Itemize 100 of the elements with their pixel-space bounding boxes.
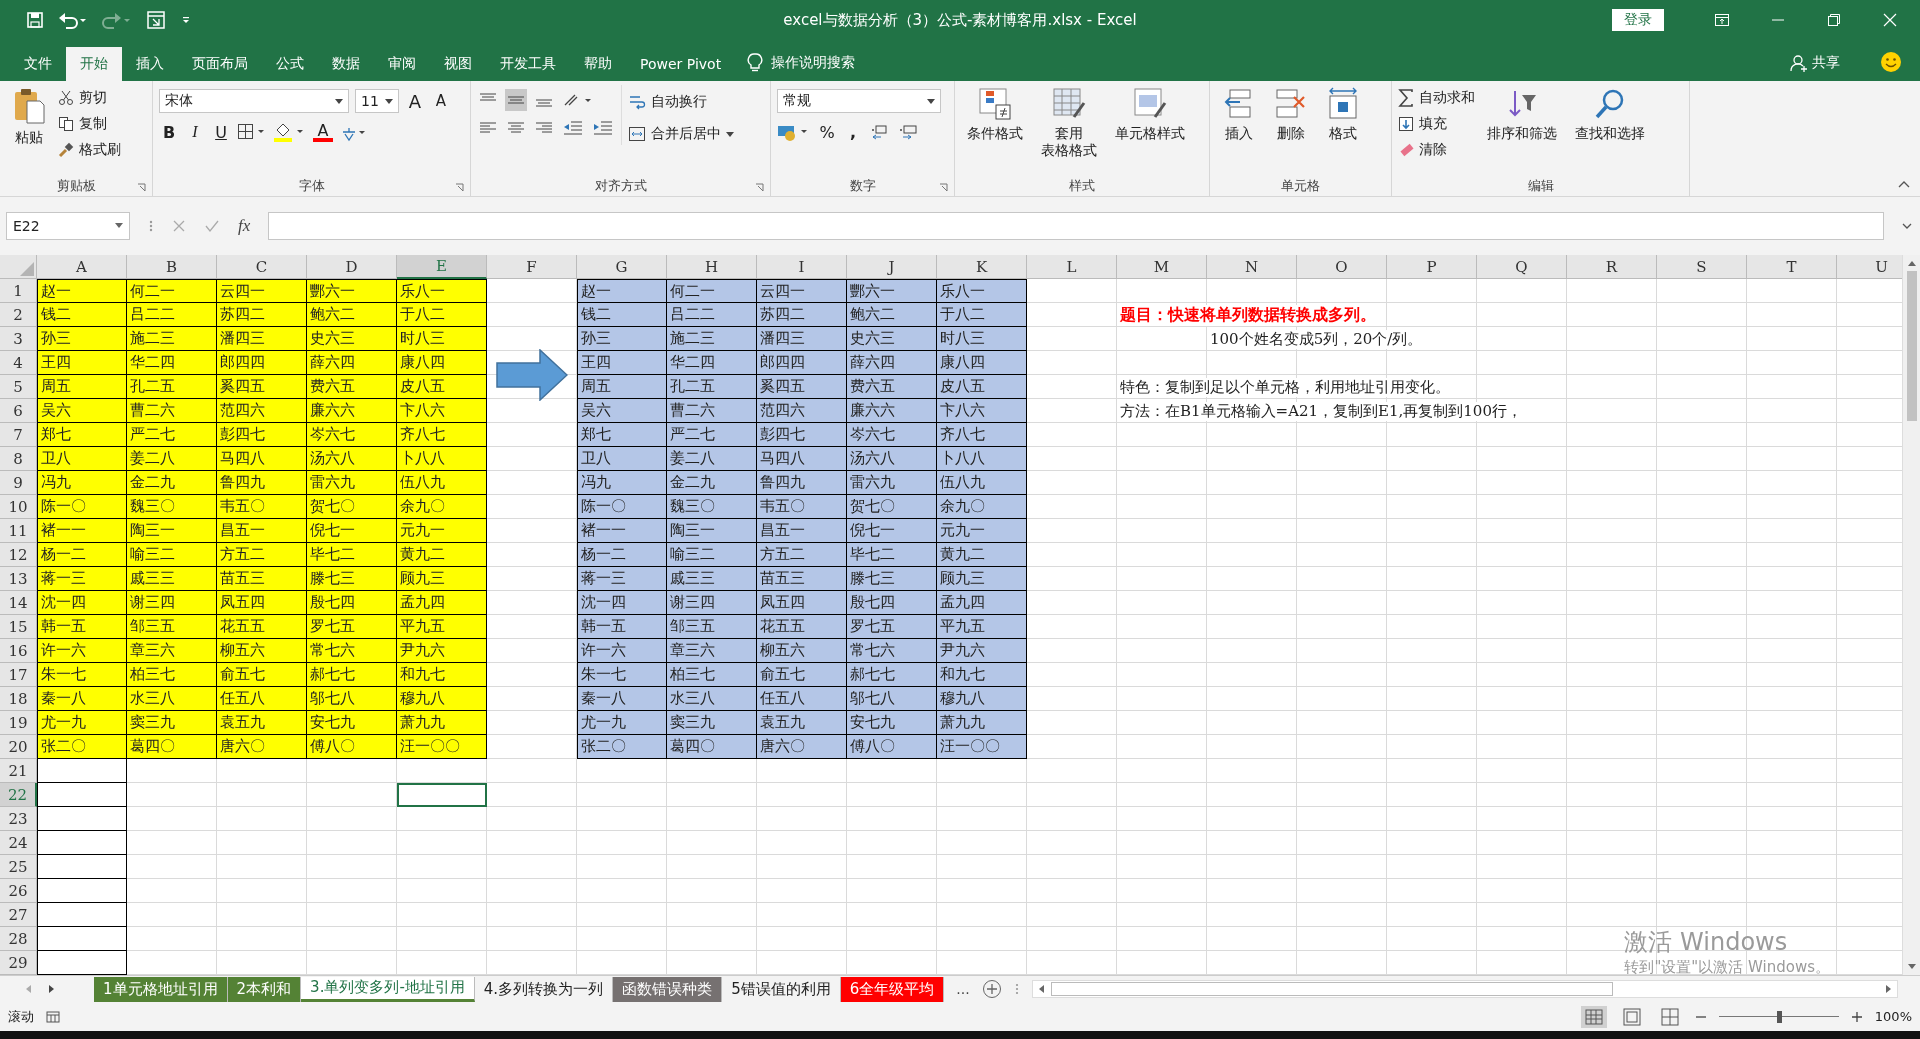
font-size-field[interactable]: 11 xyxy=(355,89,399,113)
tell-me-search[interactable]: 操作说明搜索 xyxy=(771,54,856,81)
delete-cells-button[interactable]: 删除 xyxy=(1268,85,1314,145)
row-header[interactable]: 10 xyxy=(0,495,37,519)
italic-button[interactable]: I xyxy=(185,121,205,143)
format-cells-button[interactable]: 格式 xyxy=(1320,85,1366,145)
scroll-right-icon[interactable] xyxy=(46,984,56,994)
collapse-ribbon-icon[interactable] xyxy=(1898,180,1910,188)
column-header[interactable]: J xyxy=(847,255,937,279)
underline-button[interactable]: U xyxy=(211,121,231,143)
row-header[interactable]: 23 xyxy=(0,807,37,831)
column-header[interactable]: L xyxy=(1027,255,1117,279)
add-sheet-icon[interactable] xyxy=(981,979,1002,999)
row-header[interactable]: 15 xyxy=(0,615,37,639)
dialog-launcher-icon[interactable] xyxy=(455,183,464,192)
scrollbar-thumb[interactable] xyxy=(1906,271,1917,421)
sort-filter-button[interactable]: 排序和筛选 xyxy=(1481,85,1563,145)
restore-icon[interactable] xyxy=(1826,12,1842,28)
dialog-launcher-icon[interactable] xyxy=(755,183,764,192)
enter-icon[interactable] xyxy=(204,218,220,233)
sheet-tab[interactable]: 5错误值的利用 xyxy=(722,976,841,1002)
ribbon-tab[interactable]: 文件 xyxy=(10,47,66,81)
column-header[interactable]: P xyxy=(1387,255,1477,279)
row-header[interactable]: 3 xyxy=(0,327,37,351)
splitter-icon[interactable] xyxy=(1013,982,1020,996)
zoom-level[interactable]: 100% xyxy=(1874,1009,1912,1024)
row-header[interactable]: 28 xyxy=(0,927,37,951)
fill-button[interactable]: 填充 xyxy=(1398,113,1475,135)
row-header[interactable]: 18 xyxy=(0,687,37,711)
ribbon-tab[interactable]: Power Pivot xyxy=(626,47,736,81)
column-header[interactable]: Q xyxy=(1477,255,1567,279)
sheet-tab[interactable]: 6全年级平均 xyxy=(840,976,945,1002)
column-header[interactable]: K xyxy=(937,255,1027,279)
zoom-slider-thumb[interactable] xyxy=(1776,1010,1782,1023)
row-header[interactable]: 19 xyxy=(0,711,37,735)
column-header[interactable]: N xyxy=(1207,255,1297,279)
normal-view-icon[interactable] xyxy=(1580,1005,1607,1028)
column-header[interactable]: D xyxy=(307,255,397,279)
row-header[interactable]: 21 xyxy=(0,759,37,783)
ribbon-tab[interactable]: 公式 xyxy=(262,47,318,81)
copy-button[interactable]: 复制 xyxy=(58,113,121,135)
font-name-field[interactable]: 宋体 xyxy=(159,89,349,113)
column-header[interactable]: S xyxy=(1657,255,1747,279)
sheet-tab[interactable]: 3.单列变多列-地址引用 xyxy=(301,976,475,1002)
more-sheets-button[interactable]: ... xyxy=(956,981,970,997)
find-select-button[interactable]: 查找和选择 xyxy=(1569,85,1651,145)
expand-icon[interactable] xyxy=(1902,222,1912,229)
merge-center-button[interactable]: 合并后居中 xyxy=(628,123,734,145)
ribbon-tab[interactable]: 开发工具 xyxy=(486,47,570,81)
row-header[interactable]: 4 xyxy=(0,351,37,375)
row-header[interactable]: 16 xyxy=(0,639,37,663)
column-header[interactable]: M xyxy=(1117,255,1207,279)
column-header[interactable]: E xyxy=(397,255,487,279)
redo-icon[interactable] xyxy=(102,11,132,29)
column-header[interactable]: T xyxy=(1747,255,1837,279)
insert-function-button[interactable]: fx xyxy=(238,215,251,236)
row-header[interactable]: 22 xyxy=(0,783,37,807)
conditional-formatting-button[interactable]: 条件格式 xyxy=(961,85,1029,145)
row-header[interactable]: 6 xyxy=(0,399,37,423)
format-as-table-button[interactable]: 套用 表格格式 xyxy=(1035,85,1103,161)
cell-styles-button[interactable]: 单元格样式 xyxy=(1109,85,1191,145)
insert-cells-button[interactable]: 插入 xyxy=(1216,85,1262,145)
row-header[interactable]: 11 xyxy=(0,519,37,543)
zoom-in-icon[interactable] xyxy=(1850,1010,1863,1023)
row-header[interactable]: 29 xyxy=(0,951,37,975)
wrap-text-button[interactable]: 自动换行 xyxy=(628,91,734,113)
grow-font-button[interactable]: A xyxy=(405,90,425,112)
row-header[interactable]: 20 xyxy=(0,735,37,759)
clear-button[interactable]: 清除 xyxy=(1398,139,1475,161)
share-button[interactable]: 共享 xyxy=(1790,54,1840,72)
row-header[interactable]: 7 xyxy=(0,423,37,447)
row-header[interactable]: 1 xyxy=(0,279,37,303)
row-header[interactable]: 12 xyxy=(0,543,37,567)
name-box[interactable]: E22 xyxy=(6,211,130,240)
scroll-up-icon[interactable] xyxy=(1906,259,1917,267)
row-header[interactable]: 14 xyxy=(0,591,37,615)
row-header[interactable]: 8 xyxy=(0,447,37,471)
column-header[interactable]: R xyxy=(1567,255,1657,279)
column-header[interactable]: B xyxy=(127,255,217,279)
sheet-tab[interactable]: 函数错误种类 xyxy=(613,976,723,1002)
column-header[interactable]: I xyxy=(757,255,847,279)
formula-input[interactable] xyxy=(268,211,1884,240)
row-header[interactable]: 5 xyxy=(0,375,37,399)
close-icon[interactable] xyxy=(1882,12,1898,28)
ribbon-tab[interactable]: 帮助 xyxy=(570,47,626,81)
row-header[interactable]: 24 xyxy=(0,831,37,855)
ribbon-tab[interactable]: 页面布局 xyxy=(178,47,262,81)
format-painter-button[interactable]: 格式刷 xyxy=(58,139,121,161)
form-icon[interactable] xyxy=(146,10,166,30)
row-header[interactable]: 26 xyxy=(0,879,37,903)
column-header[interactable]: H xyxy=(667,255,757,279)
sheet-tab[interactable]: 1单元格地址引用 xyxy=(94,976,228,1002)
sheet-tab[interactable]: 2本利和 xyxy=(227,976,302,1002)
column-header[interactable]: G xyxy=(577,255,667,279)
ribbon-tab[interactable]: 审阅 xyxy=(374,47,430,81)
percent-button[interactable]: % xyxy=(817,121,837,143)
column-header[interactable]: F xyxy=(487,255,577,279)
row-header[interactable]: 17 xyxy=(0,663,37,687)
dialog-launcher-icon[interactable] xyxy=(137,183,146,192)
row-header[interactable]: 2 xyxy=(0,303,37,327)
